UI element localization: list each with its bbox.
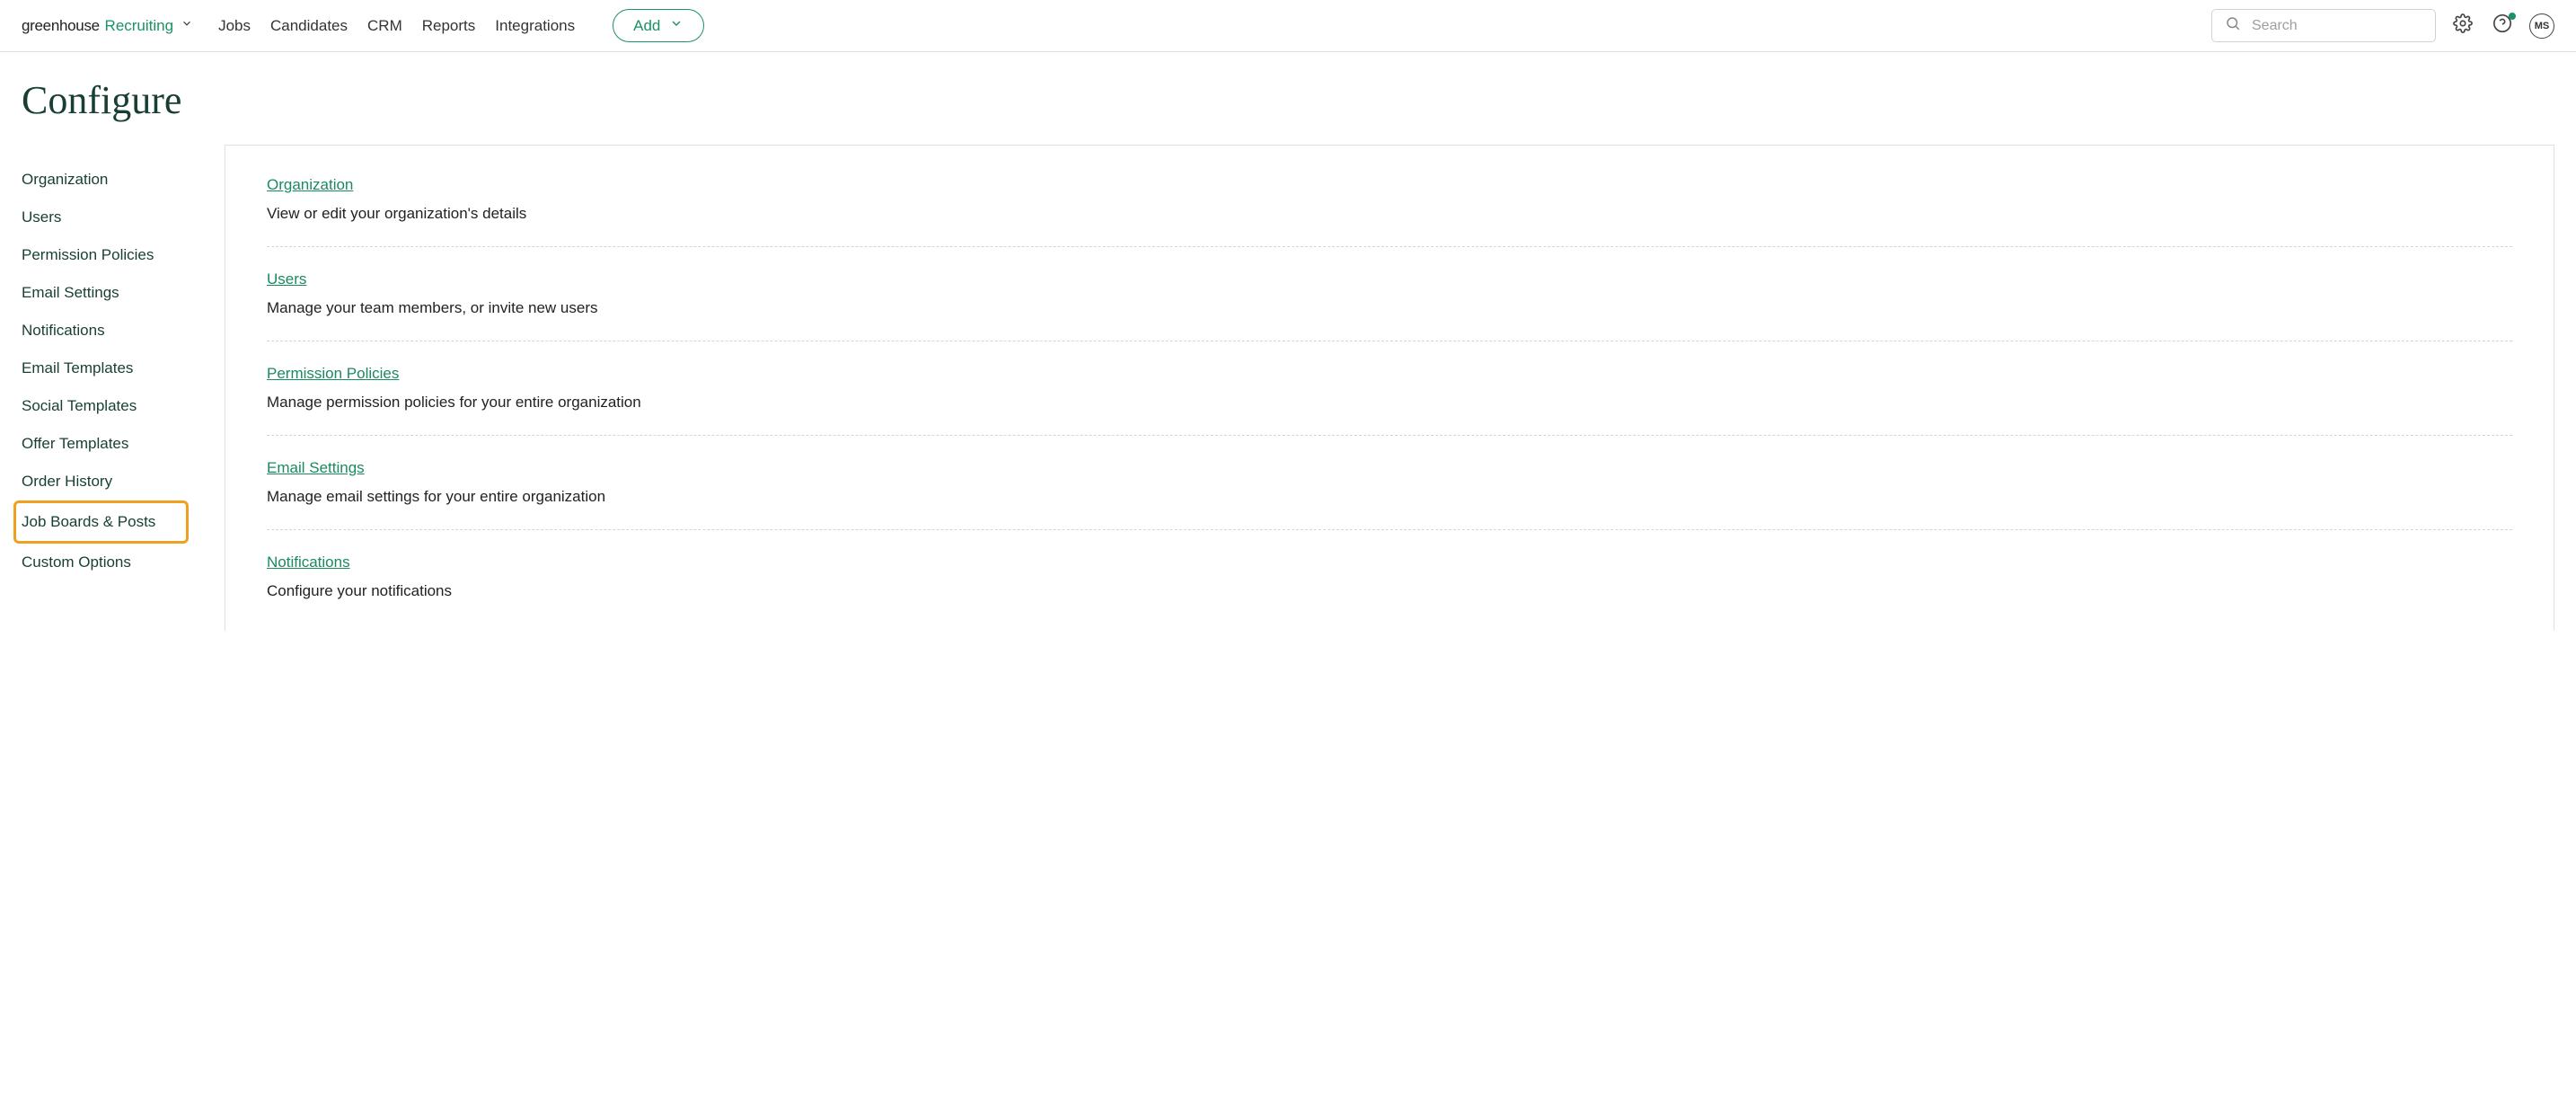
sidebar-item-users[interactable]: Users (22, 199, 225, 236)
page-title: Configure (0, 52, 2576, 145)
sidebar-item-custom-options[interactable]: Custom Options (22, 544, 225, 581)
sidebar-item-notifications[interactable]: Notifications (22, 312, 225, 350)
sidebar-item-order-history[interactable]: Order History (22, 463, 225, 500)
body-layout: Organization Users Permission Policies E… (0, 145, 2576, 631)
settings-button[interactable] (2450, 13, 2475, 39)
sidebar-item-email-settings[interactable]: Email Settings (22, 274, 225, 312)
sidebar-item-permission-policies[interactable]: Permission Policies (22, 236, 225, 274)
sidebar-item-organization[interactable]: Organization (22, 161, 225, 199)
config-desc: Manage permission policies for your enti… (267, 394, 2512, 412)
sidebar-item-offer-templates[interactable]: Offer Templates (22, 425, 225, 463)
nav-integrations[interactable]: Integrations (495, 17, 575, 35)
logo-text: greenhouse Recruiting (22, 17, 173, 35)
config-row-users: Users Manage your team members, or invit… (267, 270, 2512, 341)
search-icon (2225, 15, 2252, 36)
nav-reports[interactable]: Reports (422, 17, 476, 35)
avatar-initials: MS (2535, 21, 2550, 31)
notification-dot-icon (2509, 13, 2516, 20)
config-link-notifications[interactable]: Notifications (267, 553, 350, 571)
sidebar-item-job-boards-posts[interactable]: Job Boards & Posts (13, 500, 189, 544)
config-row-email-settings: Email Settings Manage email settings for… (267, 459, 2512, 530)
add-button-label: Add (633, 17, 660, 35)
config-row-notifications: Notifications Configure your notificatio… (267, 553, 2512, 600)
config-link-users[interactable]: Users (267, 270, 306, 288)
sidebar-item-email-templates[interactable]: Email Templates (22, 350, 225, 387)
add-button[interactable]: Add (613, 9, 704, 42)
config-desc: View or edit your organization's details (267, 205, 2512, 223)
nav-jobs[interactable]: Jobs (218, 17, 251, 35)
avatar[interactable]: MS (2529, 13, 2554, 39)
nav-candidates[interactable]: Candidates (270, 17, 348, 35)
content-panel: Organization View or edit your organizat… (225, 145, 2554, 631)
sidebar-item-social-templates[interactable]: Social Templates (22, 387, 225, 425)
nav-crm[interactable]: CRM (367, 17, 402, 35)
sidebar: Organization Users Permission Policies E… (0, 145, 225, 631)
config-link-email-settings[interactable]: Email Settings (267, 459, 365, 476)
config-link-permission-policies[interactable]: Permission Policies (267, 365, 399, 382)
config-link-organization[interactable]: Organization (267, 176, 353, 193)
config-desc: Configure your notifications (267, 582, 2512, 600)
config-row-organization: Organization View or edit your organizat… (267, 176, 2512, 247)
config-desc: Manage your team members, or invite new … (267, 299, 2512, 317)
search-box[interactable] (2211, 9, 2436, 42)
logo[interactable]: greenhouse Recruiting (22, 17, 193, 35)
chevron-down-icon (181, 17, 193, 34)
chevron-down-icon (669, 16, 684, 35)
config-row-permission-policies: Permission Policies Manage permission po… (267, 365, 2512, 436)
gear-icon (2453, 13, 2473, 38)
top-header: greenhouse Recruiting Jobs Candidates CR… (0, 0, 2576, 52)
config-desc: Manage email settings for your entire or… (267, 488, 2512, 506)
search-input[interactable] (2252, 18, 2422, 34)
main-nav: Jobs Candidates CRM Reports Integrations… (218, 9, 704, 42)
help-button[interactable] (2490, 13, 2515, 39)
